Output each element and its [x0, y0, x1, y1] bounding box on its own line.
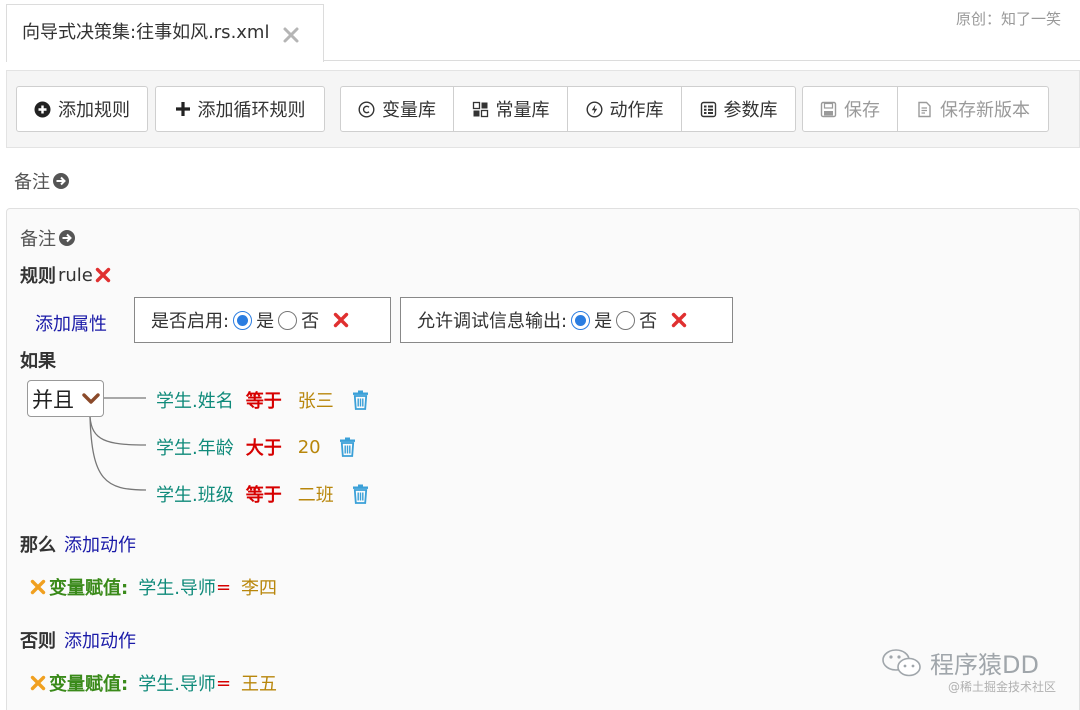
condition-value[interactable]: 二班 [298, 481, 334, 507]
logic-operator-select[interactable]: 并且 [27, 380, 104, 417]
constant-library-button[interactable]: 常量库 [453, 86, 568, 132]
parameter-library-button[interactable]: 参数库 [681, 86, 796, 132]
trash-icon[interactable] [352, 484, 369, 504]
action-value[interactable]: 李四 [241, 574, 277, 600]
condition-operator[interactable]: 大于 [246, 434, 282, 460]
else-action-row: 变量赋值: 学生.导师 = 王五 [30, 670, 277, 696]
condition-value[interactable]: 20 [298, 437, 321, 458]
save-new-version-label: 保存新版本 [940, 100, 1030, 121]
delete-action-icon[interactable] [30, 675, 46, 691]
else-label: 否则 [20, 631, 56, 652]
then-section-header: 那么 添加动作 [20, 531, 136, 557]
action-type[interactable]: 变量赋值: [49, 574, 128, 600]
then-add-action-link[interactable]: 添加动作 [64, 535, 136, 556]
author-label: 原创：知了一笑 [956, 10, 1062, 28]
else-add-action-link[interactable]: 添加动作 [64, 631, 136, 652]
radio-debug-yes[interactable] [571, 310, 591, 330]
condition-operator[interactable]: 等于 [246, 481, 282, 507]
lightning-icon [585, 100, 603, 118]
property-debug-label: 允许调试信息输出: [417, 311, 568, 332]
property-debug-output: 允许调试信息输出: 是 否 [400, 297, 733, 343]
save-new-version-button[interactable]: 保存新版本 [897, 86, 1049, 132]
watermark-name: 程序猿DD [930, 651, 1039, 679]
action-variable[interactable]: 学生.导师 [138, 670, 216, 696]
condition-row: 学生.年龄 大于 20 [156, 434, 356, 460]
condition-variable[interactable]: 学生.班级 [156, 481, 234, 507]
trash-icon[interactable] [352, 390, 369, 410]
action-library-label: 动作库 [609, 100, 664, 121]
chat-bubbles-icon [882, 648, 921, 676]
condition-row: 学生.班级 等于 二班 [156, 481, 369, 507]
tab-divider [324, 60, 1080, 61]
then-action-row: 变量赋值: 学生.导师 = 李四 [30, 574, 277, 600]
delete-property-icon[interactable] [671, 312, 687, 328]
action-library-button[interactable]: 动作库 [567, 86, 682, 132]
radio-debug-no-label: 否 [639, 311, 658, 332]
watermark-subtitle: @稀土掘金技术社区 [948, 680, 1057, 694]
action-variable[interactable]: 学生.导师 [138, 574, 216, 600]
parameter-library-label: 参数库 [723, 100, 778, 121]
list-box-icon [700, 101, 716, 117]
condition-operator[interactable]: 等于 [246, 387, 282, 413]
condition-variable[interactable]: 学生.年龄 [156, 434, 234, 460]
else-section-header: 否则 添加动作 [20, 627, 136, 653]
save-label: 保存 [844, 100, 880, 121]
action-type[interactable]: 变量赋值: [49, 670, 128, 696]
watermark: 程序猿DD [880, 645, 1039, 680]
action-value[interactable]: 王五 [241, 670, 277, 696]
constant-library-label: 常量库 [495, 100, 550, 121]
chevron-down-icon [82, 392, 100, 404]
grid-icon [472, 101, 488, 117]
then-label: 那么 [20, 535, 56, 556]
delete-action-icon[interactable] [30, 579, 46, 595]
floppy-icon [820, 101, 837, 117]
radio-debug-no[interactable] [616, 310, 636, 330]
save-button[interactable]: 保存 [802, 86, 898, 132]
trash-icon[interactable] [339, 437, 356, 457]
action-equals: = [215, 576, 232, 598]
logic-operator-value: 并且 [32, 387, 74, 412]
condition-variable[interactable]: 学生.姓名 [156, 387, 234, 413]
radio-debug-yes-label: 是 [594, 311, 613, 332]
action-equals: = [215, 672, 232, 694]
condition-row: 学生.姓名 等于 张三 [156, 387, 369, 413]
condition-value[interactable]: 张三 [298, 387, 334, 413]
file-edit-icon [918, 101, 931, 117]
